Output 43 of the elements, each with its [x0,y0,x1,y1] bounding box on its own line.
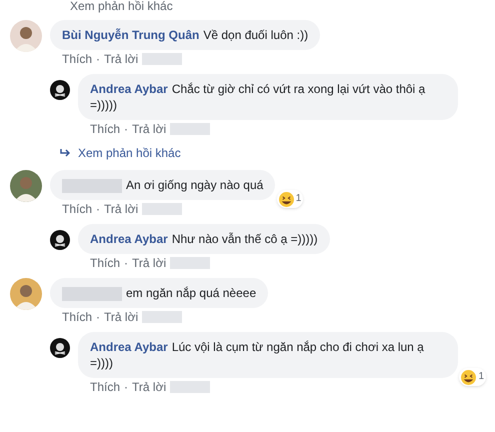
separator-dot: · [124,380,128,394]
skull-avatar-icon[interactable] [50,80,70,100]
comment-text: em ngăn nắp quá nèeee [62,285,256,301]
separator-dot: · [124,122,128,136]
comment-text: Andrea Aybar Chắc từ giờ chỉ có vứt ra xong lại vứt vào thôi ạ =))))) [90,81,426,113]
action-link[interactable]: Thích [62,310,92,324]
author-link[interactable]: Andrea Aybar [90,82,168,96]
reaction-count: 1 [478,370,484,384]
action-link[interactable]: Trả lời [104,52,138,66]
action-link[interactable]: Thích [90,380,120,394]
reply-arrow-icon [60,149,70,157]
author-link[interactable]: Bùi Nguyễn Trung Quân [62,28,200,42]
action-link[interactable]: Trả lời [132,256,166,270]
laughing-emoji-icon [278,192,294,206]
author-link[interactable]: Andrea Aybar [90,340,168,354]
reaction-badge[interactable]: 1 [459,368,486,386]
action-link[interactable]: Thích [90,122,120,136]
more-replies-link[interactable]: Xem phản hồi khác [70,0,173,13]
reaction-count: 1 [296,192,302,206]
action-link[interactable]: Thích [90,256,120,270]
comment-text: Andrea Aybar Lúc vội là cụm từ ngăn nắp cho đi chơi xa lun ạ =)))) [90,339,425,371]
separator-dot: · [96,52,100,66]
comment-text: An ơi giống ngày nào quá [62,177,264,193]
reaction-badge[interactable]: 1 [276,190,304,208]
action-link[interactable]: Trả lời [132,122,166,136]
comment-text: Bùi Nguyễn Trung Quân Về dọn đuối luôn :)) [62,27,308,43]
author-link[interactable]: Andrea Aybar [90,232,168,246]
avatar[interactable] [10,278,42,310]
separator-dot: · [96,310,100,324]
laughing-emoji-icon [461,370,476,384]
separator-dot: · [124,256,128,270]
separator-dot: · [96,202,100,216]
comment-text: Andrea Aybar Như nào vẫn thế cô ạ =))))) [90,231,318,247]
action-link[interactable]: Trả lời [132,380,166,394]
action-link[interactable]: Thích [62,202,92,216]
action-link[interactable]: Thích [62,52,92,66]
more-replies-link[interactable]: Xem phản hồi khác [78,144,181,162]
skull-avatar-icon[interactable] [50,338,70,358]
avatar[interactable] [10,20,42,52]
avatar[interactable] [10,170,42,202]
skull-avatar-icon[interactable] [50,230,70,250]
action-link[interactable]: Trả lời [104,310,138,324]
action-link[interactable]: Trả lời [104,202,138,216]
